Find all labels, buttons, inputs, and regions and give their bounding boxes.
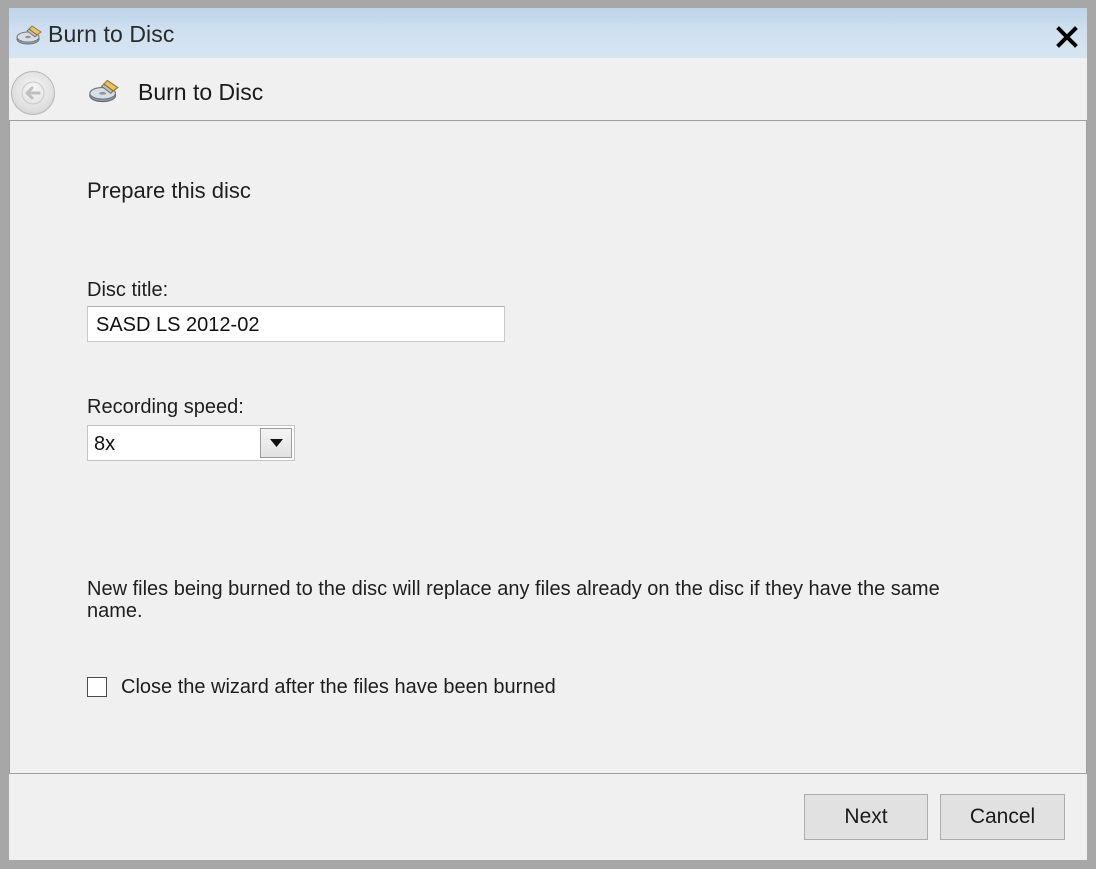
dropdown-button[interactable] xyxy=(260,428,292,458)
button-bar: Next Cancel xyxy=(9,774,1087,860)
close-wizard-checkbox[interactable] xyxy=(87,677,107,697)
disc-title-input[interactable] xyxy=(87,306,505,342)
back-button[interactable] xyxy=(11,71,55,115)
back-arrow-icon xyxy=(21,81,45,105)
navigation-bar: Burn to Disc xyxy=(9,58,1087,120)
close-icon xyxy=(1056,26,1078,48)
window-title: Burn to Disc xyxy=(48,21,175,47)
close-wizard-label: Close the wizard after the files have be… xyxy=(121,676,556,698)
next-button[interactable]: Next xyxy=(804,794,928,840)
disc-title-label: Disc title: xyxy=(87,279,169,301)
disc-burner-icon xyxy=(88,77,122,105)
wizard-title: Burn to Disc xyxy=(138,79,264,105)
recording-speed-label: Recording speed: xyxy=(87,396,244,418)
wizard-page: Prepare this disc Disc title: Recording … xyxy=(9,120,1087,774)
close-button[interactable] xyxy=(1051,21,1083,53)
burn-to-disc-window: Burn to Disc Burn to Disc Prepare this d… xyxy=(0,0,1096,869)
chevron-down-icon xyxy=(270,439,283,447)
recording-speed-value: 8x xyxy=(94,433,116,455)
title-bar[interactable]: Burn to Disc xyxy=(9,8,1087,58)
disc-burner-icon xyxy=(16,23,44,47)
overwrite-notice: New files being burned to the disc will … xyxy=(87,578,940,622)
cancel-button[interactable]: Cancel xyxy=(940,794,1065,840)
recording-speed-dropdown[interactable]: 8x xyxy=(87,425,295,461)
page-heading: Prepare this disc xyxy=(87,178,251,203)
